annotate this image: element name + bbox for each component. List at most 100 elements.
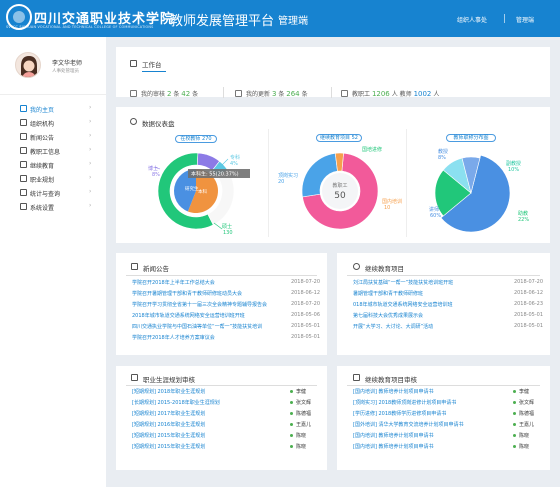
chevron-right-icon: › bbox=[89, 188, 92, 195]
donut2-label-guonei: 国内培训 bbox=[382, 198, 402, 205]
donut2-label-dingqi-n: 20 bbox=[278, 179, 284, 185]
donut2-label-dingqi: 顶岗实习 bbox=[278, 172, 298, 179]
list-item[interactable]: 学院召开学习贯彻全省第十一届三次全会精神专题辅导报告会 2018-07-20 bbox=[132, 300, 320, 310]
list-item[interactable]: 第七届科技大会优秀成果展示会 2018-05-01 bbox=[353, 311, 543, 321]
list-item-title[interactable]: [国内培训] 教师培养计划项目申请书 bbox=[353, 443, 434, 450]
donut1-label-shuoshi: 硕士 bbox=[222, 223, 232, 230]
list-item[interactable]: [国内培训] 教师培养计划项目申请书 李健 bbox=[353, 387, 543, 397]
status-dot bbox=[290, 423, 293, 426]
list-item-title[interactable]: [长期规划] 2015-2018年职业生涯规划 bbox=[132, 399, 220, 406]
cont-audit-title: 继续教育项目审核 bbox=[365, 376, 417, 384]
news-card: 新闻公告 学院召开2018年上半年工作总结大会 2018-07-20 学院召开暑期管… bbox=[116, 253, 327, 355]
my-update-stat[interactable]: 我的更新 3 条 264 条 bbox=[235, 89, 308, 98]
list-item-title[interactable]: 学院召开2018年人才培养方案审议会 bbox=[132, 334, 215, 341]
chevron-right-icon: › bbox=[89, 118, 92, 125]
sidebar-item-label: 系统设置 bbox=[30, 205, 55, 212]
list-item-title[interactable]: [短期规划] 2016年职业生涯规划 bbox=[132, 421, 205, 428]
pie3-label-jiangshi-pct: 60% bbox=[430, 213, 441, 219]
card-divider bbox=[126, 275, 317, 276]
list-item[interactable]: [短期规划] 2017年职业生涯规划 陈德福 bbox=[132, 409, 320, 419]
list-item-title[interactable]: 第七届科技大会优秀成果展示会 bbox=[353, 312, 423, 319]
pie3-label-jiaoshou-pct: 8% bbox=[438, 155, 446, 161]
list-item[interactable]: 学院召开2018年人才培养方案审议会 2018-05-01 bbox=[132, 333, 320, 343]
sidebar-item-1[interactable]: 组织机构 › bbox=[0, 117, 106, 129]
pie3-label-fujiaoshou-pct: 10% bbox=[508, 167, 519, 173]
list-item[interactable]: [长期规划] 2015-2018年职业生涯规划 张文辉 bbox=[132, 398, 320, 408]
list-item-title[interactable]: [国外培训] 清华大学教育交流培养计划项目申请书 bbox=[353, 421, 464, 428]
list-item[interactable]: 学院召开2018年上半年工作总结大会 2018-07-20 bbox=[132, 278, 320, 288]
list-item[interactable]: [短期规划] 2018年职业生涯规划 李健 bbox=[132, 387, 320, 397]
list-item-title[interactable]: 刘江局扶贫基础“一帮一”技能扶贫培训班开班 bbox=[353, 279, 453, 286]
card-divider bbox=[347, 385, 540, 386]
list-item-person: 李健 bbox=[519, 389, 530, 395]
list-item-title[interactable]: 2018年城市轨道交通系统网络安全运营培训班开班 bbox=[132, 312, 245, 319]
list-item-title[interactable]: [学历进修] 2018教师学历进修项目申请书 bbox=[353, 410, 446, 417]
sidebar-item-3[interactable]: 教职工信息 › bbox=[0, 145, 106, 157]
list-item-title[interactable]: 018年城市轨道交通系统网络安全运营培训班 bbox=[353, 301, 453, 308]
list-item[interactable]: [国内培训] 教师培养计划项目申请书 陈晓 bbox=[353, 431, 543, 441]
list-item-date: 2018-07-20 bbox=[513, 279, 543, 285]
list-item-title[interactable]: [短期规划] 2015年职业生涯规划 bbox=[132, 443, 205, 450]
sidebar-item-label: 统计与查询 bbox=[30, 191, 61, 198]
list-item-title[interactable]: 开展“大学习、大讨论、大调研”活动 bbox=[353, 323, 433, 330]
list-item-title[interactable]: 暑期管理干部和青干教师研修班 bbox=[353, 290, 423, 297]
list-item-date: 2018-06-23 bbox=[513, 301, 543, 307]
status-dot bbox=[513, 390, 516, 393]
top-header: 四川交通职业技术学院 SVTCC SICHUAN VOCATIONAL AND … bbox=[0, 0, 560, 37]
sidebar-item-4[interactable]: 继续教育 › bbox=[0, 159, 106, 171]
list-item-title[interactable]: 四川交通执业学院与中国石油等单位“一帮一”技能扶贫培训 bbox=[132, 323, 262, 330]
pie3-label-jiaoshou: 教授 bbox=[438, 148, 448, 155]
sidebar-item-7[interactable]: 系统设置 › bbox=[0, 201, 106, 213]
dashboard-charts: 研究生本科本科生: 55(20.37%)专科4%博士8%硕士130教职工50国培… bbox=[148, 146, 529, 236]
list-item[interactable]: 2018年城市轨道交通系统网络安全运营培训班开班 2018-05-06 bbox=[132, 311, 320, 321]
gear-icon bbox=[353, 263, 360, 270]
leader-line bbox=[213, 222, 223, 230]
list-item-title[interactable]: 学院召开暑期管理干部和青干教师研修班动员大会 bbox=[132, 290, 242, 297]
list-item-title[interactable]: 学院召开学习贯彻全省第十一届三次全会精神专题辅导报告会 bbox=[132, 301, 267, 308]
list-item-title[interactable]: [国内培训] 教师培养计划项目申请书 bbox=[353, 388, 434, 395]
staff-icon bbox=[20, 147, 27, 154]
my-audit-stat[interactable]: 我的审核 2 条 42 条 bbox=[130, 89, 198, 98]
list-item[interactable]: 开展“大学习、大讨论、大调研”活动 2018-05-01 bbox=[353, 322, 543, 332]
chevron-right-icon: › bbox=[89, 104, 92, 111]
admin-link[interactable]: 管理端 bbox=[516, 15, 534, 24]
list-item[interactable]: 暑期管理干部和青干教师研修班 2018-06-12 bbox=[353, 289, 543, 299]
career-audit-title: 职业生涯规划审核 bbox=[143, 376, 195, 384]
sidebar-item-2[interactable]: 新闻公告 › bbox=[0, 131, 106, 143]
plan-icon bbox=[20, 175, 27, 182]
list-item-title[interactable]: [国内培训] 教师培养计划项目申请书 bbox=[353, 432, 434, 439]
donut1-label-boshi: 博士 bbox=[148, 165, 158, 172]
list-item[interactable]: [短期规划] 2015年职业生涯规划 陈晓 bbox=[132, 442, 320, 452]
status-dot bbox=[513, 423, 516, 426]
donut2-label-guonei-n: 10 bbox=[384, 205, 390, 211]
list-item[interactable]: [顶岗实习] 2018教师顶岗进修计划项目申请书 张文辉 bbox=[353, 398, 543, 408]
list-item[interactable]: 刘江局扶贫基础“一帮一”技能扶贫培训班开班 2018-07-20 bbox=[353, 278, 543, 288]
list-item[interactable]: 学院召开暑期管理干部和青干教师研修班动员大会 2018-06-12 bbox=[132, 289, 320, 299]
list-item-title[interactable]: [短期规划] 2017年职业生涯规划 bbox=[132, 410, 205, 417]
status-dot bbox=[513, 445, 516, 448]
status-dot bbox=[290, 412, 293, 415]
donut1-center-label: 本科 bbox=[198, 188, 207, 195]
list-item[interactable]: [国外培训] 清华大学教育交流培养计划项目申请书 王嘉儿 bbox=[353, 420, 543, 430]
list-item-title[interactable]: [顶岗实习] 2018教师顶岗进修计划项目申请书 bbox=[353, 399, 456, 406]
dept-link[interactable]: 组织人事处 bbox=[457, 15, 487, 24]
update-icon bbox=[235, 90, 242, 97]
sidebar-item-6[interactable]: 统计与查询 › bbox=[0, 187, 106, 199]
sidebar-item-5[interactable]: 职业规划 › bbox=[0, 173, 106, 185]
workbench-card: 工作台 我的审核 2 条 42 条 我的更新 3 条 264 条 教职工 120… bbox=[116, 47, 550, 98]
list-item[interactable]: [短期规划] 2015年职业生涯规划 陈晓 bbox=[132, 431, 320, 441]
staff-count-stat: 教职工 1206 人 教师 1002 人 bbox=[341, 89, 439, 98]
donut2-center-label: 教职工 bbox=[332, 182, 347, 189]
list-item-title[interactable]: 学院召开2018年上半年工作总结大会 bbox=[132, 279, 215, 286]
list-item[interactable]: 四川交通执业学院与中国石油等单位“一帮一”技能扶贫培训 2018-05-01 bbox=[132, 322, 320, 332]
list-item-person: 陈晓 bbox=[296, 444, 307, 450]
sidebar-item-0[interactable]: 我的主页 › bbox=[0, 103, 106, 115]
avatar[interactable] bbox=[15, 52, 41, 78]
donut1-center-label: 研究生 bbox=[185, 185, 199, 192]
list-item[interactable]: [短期规划] 2016年职业生涯规划 王嘉儿 bbox=[132, 420, 320, 430]
list-item-title[interactable]: [短期规划] 2015年职业生涯规划 bbox=[132, 432, 205, 439]
list-item[interactable]: [国内培训] 教师培养计划项目申请书 陈晓 bbox=[353, 442, 543, 452]
list-item[interactable]: 018年城市轨道交通系统网络安全运营培训班 2018-06-23 bbox=[353, 300, 543, 310]
list-item[interactable]: [学历进修] 2018教师学历进修项目申请书 陈德福 bbox=[353, 409, 543, 419]
list-item-title[interactable]: [短期规划] 2018年职业生涯规划 bbox=[132, 388, 205, 395]
